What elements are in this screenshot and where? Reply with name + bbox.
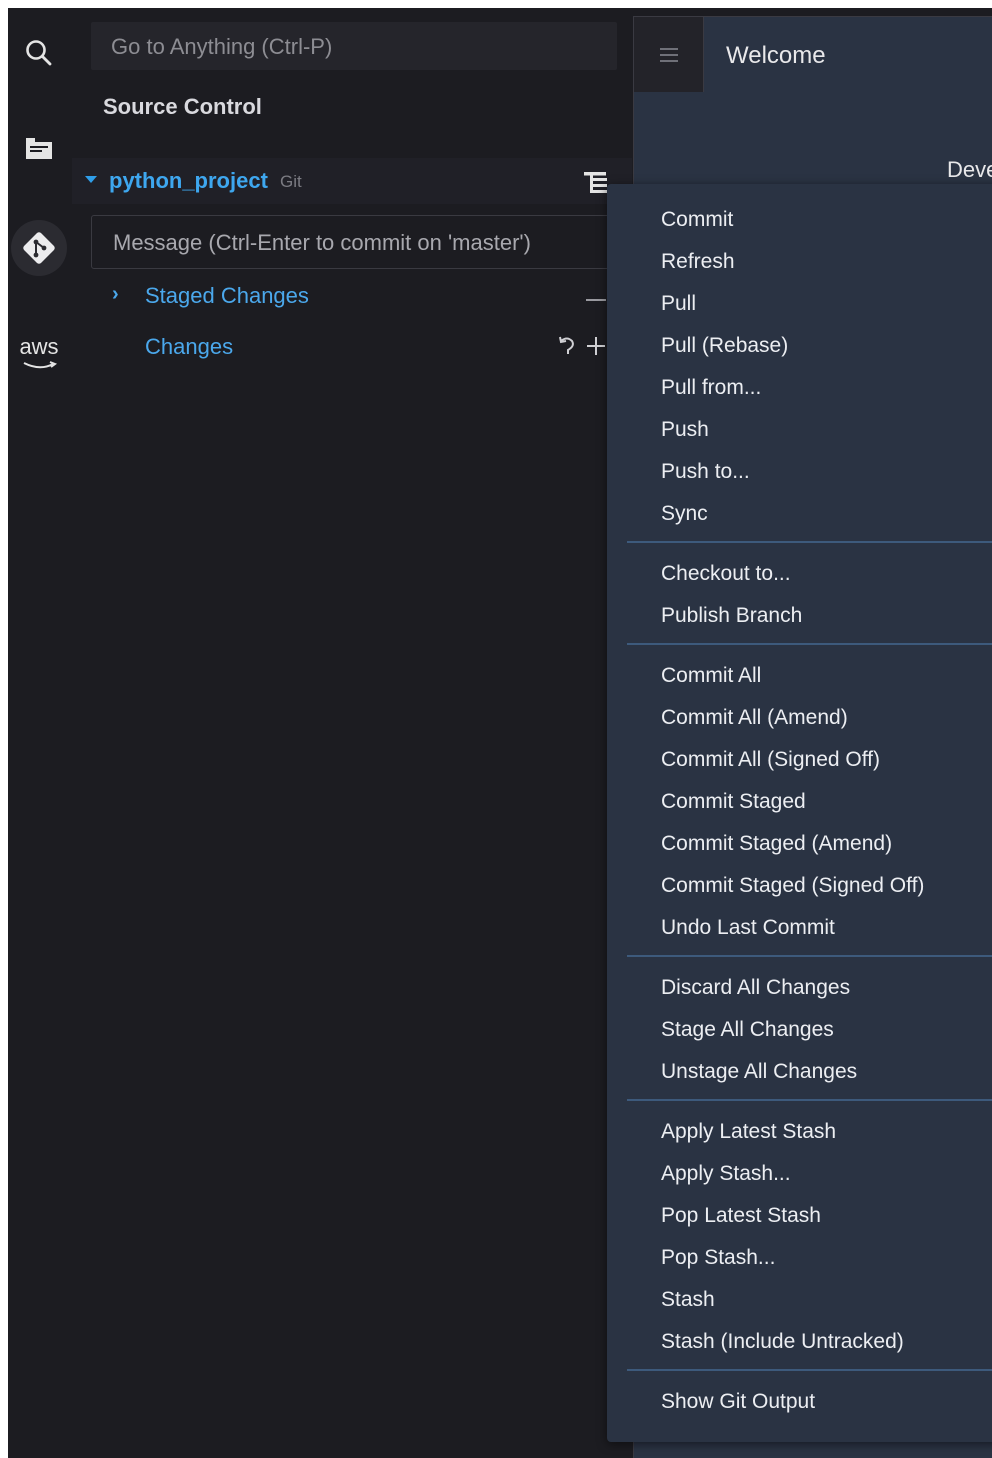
git-icon[interactable] [8,213,70,283]
aws-icon[interactable]: aws [8,318,70,388]
activity-bar: aws [8,8,70,1458]
caret-down-icon[interactable] [85,176,97,183]
menu-item[interactable]: Pull from... [661,376,761,400]
menu-item[interactable]: Stash (Include Untracked) [661,1330,904,1354]
menu-item[interactable]: Pull [661,292,696,316]
welcome-body-text: Deve [947,157,992,182]
menu-item[interactable]: Commit All (Amend) [661,706,848,730]
menu-item[interactable]: Commit All [661,664,761,688]
menu-item[interactable]: Show Git Output [661,1390,815,1414]
menu-item[interactable]: Sync [661,502,708,526]
menu-item[interactable]: Pop Stash... [661,1246,775,1270]
changes-label: Changes [145,334,234,359]
menu-item[interactable]: Publish Branch [661,604,802,628]
menu-item[interactable]: Unstage All Changes [661,1060,857,1084]
goto-anything-input[interactable]: Go to Anything (Ctrl-P) [91,22,617,70]
tab-welcome[interactable]: Welcome [704,17,992,93]
menu-item[interactable]: Discard All Changes [661,976,850,1000]
stage-all-icon[interactable] [586,336,606,361]
repo-name: python_project [109,168,268,193]
menu-item[interactable]: Commit Staged [661,790,806,814]
tab-bar: Welcome [633,16,992,93]
git-context-menu: Commit Refresh Pull Pull (Rebase) Pull from.… [607,184,992,1442]
search-icon[interactable] [8,18,70,88]
aws-label: aws [19,334,59,359]
menu-item[interactable]: Commit Staged (Amend) [661,832,892,856]
changes-group[interactable]: Changes [72,324,612,368]
repo-tag: Git [280,172,302,191]
commit-message-input[interactable]: Message (Ctrl-Enter to commit on 'master… [91,215,611,269]
menu-item[interactable]: Commit All (Signed Off) [661,748,880,772]
menu-separator [627,955,992,957]
aws-smile-icon [23,361,58,369]
commit-message-placeholder: Message (Ctrl-Enter to commit on 'master… [113,230,531,255]
unstage-all-icon[interactable] [586,299,606,301]
menu-item[interactable]: Apply Stash... [661,1162,791,1186]
git-icon-highlight [11,220,67,276]
menu-item[interactable]: Pull (Rebase) [661,334,788,358]
menu-item[interactable]: Undo Last Commit [661,916,835,940]
discard-icon[interactable] [557,334,577,363]
goto-placeholder: Go to Anything (Ctrl-P) [111,34,333,59]
menu-item[interactable]: Push to... [661,460,750,484]
chevron-right-icon[interactable]: › [112,283,119,306]
tab-welcome-label: Welcome [726,42,826,69]
staged-changes-label: Staged Changes [145,283,309,308]
menu-item[interactable]: Apply Latest Stash [661,1120,836,1144]
app-window: aws Go to Anything (Ctrl-P) Source Contr… [8,8,992,1458]
staged-changes-group[interactable]: › Staged Changes [72,273,612,317]
menu-item[interactable]: Commit [661,208,733,232]
menu-item[interactable]: Stash [661,1288,715,1312]
menu-separator [627,541,992,543]
menu-item[interactable]: Checkout to... [661,562,791,586]
menu-item[interactable]: Push [661,418,709,442]
menu-separator [627,1099,992,1101]
menu-item[interactable]: Stage All Changes [661,1018,834,1042]
explorer-icon[interactable] [8,113,70,183]
menu-item[interactable]: Refresh [661,250,735,274]
menu-item[interactable]: Pop Latest Stash [661,1204,821,1228]
menu-item[interactable]: Commit Staged (Signed Off) [661,874,924,898]
repo-header[interactable]: python_project Git [72,158,632,204]
tab-menu-icon[interactable] [634,17,704,93]
menu-separator [627,1369,992,1371]
menu-separator [627,643,992,645]
section-title: Source Control [103,94,262,119]
